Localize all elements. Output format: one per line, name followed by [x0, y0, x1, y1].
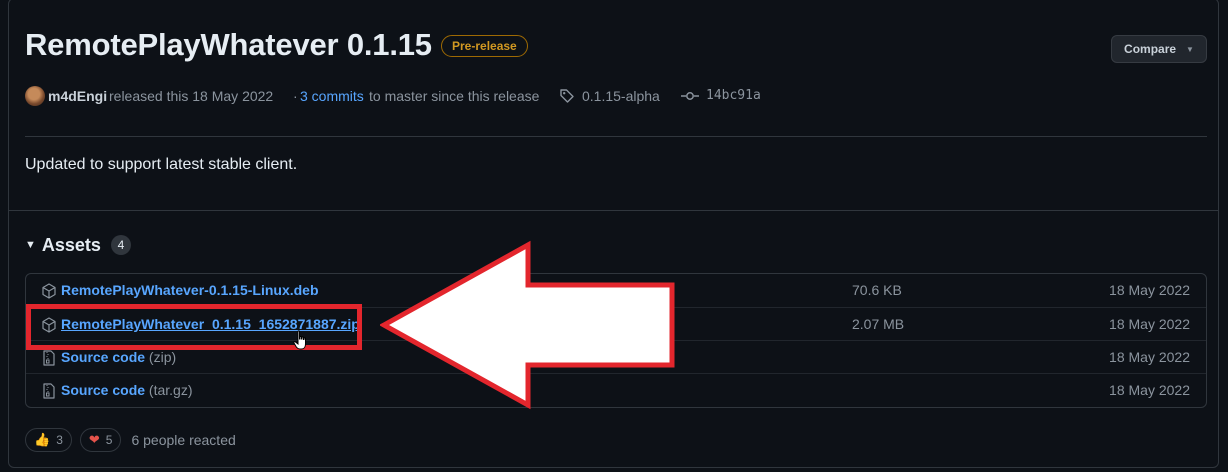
asset-date: 18 May 2022	[1109, 382, 1190, 398]
caret-down-icon: ▼	[25, 239, 36, 251]
asset-link[interactable]: Source code (tar.gz)	[61, 374, 193, 407]
commits-suffix: to master since this release	[369, 88, 540, 104]
arrow-annotation	[380, 240, 675, 410]
asset-size: 2.07 MB	[852, 316, 905, 332]
asset-link[interactable]: RemotePlayWhatever-0.1.15-Linux.deb	[61, 274, 319, 307]
tag-link[interactable]: 0.1.15-alpha	[582, 86, 660, 106]
assets-toggle[interactable]: ▼ Assets 4	[25, 233, 131, 257]
file-zip-icon	[43, 350, 55, 366]
highlight-box	[26, 304, 362, 350]
assets-count-badge: 4	[110, 235, 131, 255]
heart-icon: ❤	[88, 432, 100, 447]
reaction-count: 3	[56, 433, 63, 447]
thumbs-up-icon: 👍	[34, 432, 51, 447]
asset-date: 18 May 2022	[1109, 349, 1190, 365]
file-zip-icon	[43, 383, 55, 399]
meta-separator: ·	[293, 88, 298, 104]
prerelease-badge: Pre-release	[441, 35, 528, 57]
assets-title: Assets	[41, 234, 101, 255]
package-icon	[42, 283, 56, 299]
compare-label: Compare	[1124, 42, 1177, 56]
divider	[25, 136, 1207, 137]
reaction-summary: 6 people reacted	[131, 432, 236, 448]
heart-reaction[interactable]: ❤ 5	[79, 428, 122, 452]
avatar[interactable]	[25, 86, 45, 106]
release-meta: m4dEngi released this 18 May 2022 · 3 co…	[25, 86, 925, 106]
git-commit-icon	[681, 92, 699, 100]
commits-link[interactable]: 3 commits	[300, 86, 364, 106]
reactions: 👍 3 ❤ 5 6 people reacted	[25, 427, 236, 453]
chevron-down-icon: ▼	[1186, 44, 1194, 54]
author-link[interactable]: m4dEngi	[48, 86, 107, 106]
section-divider	[9, 210, 1218, 211]
asset-date: 18 May 2022	[1109, 282, 1190, 298]
reaction-count: 5	[105, 433, 113, 447]
compare-button[interactable]: Compare ▼	[1111, 35, 1207, 63]
commit-hash-link[interactable]: 14bc91a	[706, 86, 761, 106]
tag-icon	[560, 89, 574, 103]
thumbs-up-reaction[interactable]: 👍 3	[25, 428, 72, 452]
asset-size: 70.6 KB	[852, 282, 902, 298]
asset-date: 18 May 2022	[1109, 316, 1190, 332]
release-title[interactable]: RemotePlayWhatever 0.1.15	[25, 27, 432, 63]
hand-cursor-icon	[293, 330, 306, 350]
released-text: released this 18 May 2022	[109, 88, 274, 104]
release-notes: Updated to support latest stable client.	[25, 156, 298, 173]
